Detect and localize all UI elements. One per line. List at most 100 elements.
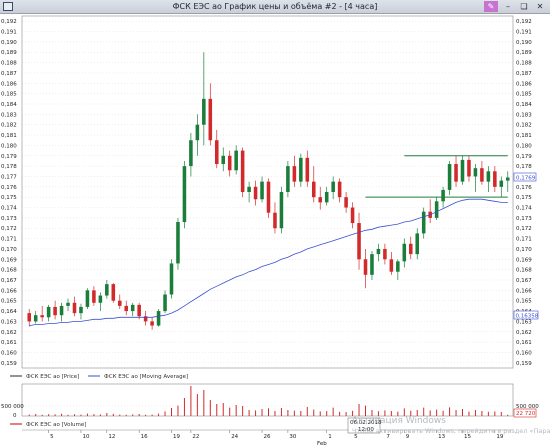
- price-tick-left: 0,187: [1, 71, 17, 77]
- candle-up: [473, 168, 478, 177]
- candle-up: [447, 164, 452, 190]
- price-tick-right: 0,185: [516, 92, 532, 98]
- candle-down: [214, 140, 219, 165]
- candle-up: [441, 189, 445, 202]
- candle-down: [27, 313, 32, 322]
- candle-down: [350, 207, 355, 224]
- candle-up: [460, 159, 465, 182]
- legend-ma-label: ФСК ЕЭС ао [Moving Average]: [104, 374, 188, 380]
- volume-tick-left: 500 000: [1, 404, 24, 410]
- price-tick-right: 0,167: [516, 278, 532, 284]
- volume-axis: 500 0000500 00022 720: [1, 404, 539, 419]
- volume-tick-left: 0: [13, 413, 17, 419]
- price-volume-chart[interactable]: 0,159 0,160 0,161 0,162 0,163 0,164 0,165 0,166…: [0, 0, 550, 448]
- price-tick-left: 0,160: [1, 350, 17, 356]
- price-tick-left: 0,184: [1, 102, 17, 108]
- time-tick-label: 16: [141, 434, 148, 440]
- price-tick-left: 0,178: [1, 164, 17, 170]
- price-tick-right: 0,178: [516, 164, 532, 170]
- price-tick-left: 0,159: [1, 361, 17, 367]
- price-tick-left: 0,165: [1, 299, 17, 305]
- candle-down: [454, 164, 458, 182]
- window-titlebar[interactable]: ФСК ЕЭС ао График цены и объёма #2 - [4 …: [0, 0, 550, 14]
- price-tick-left: 0,162: [1, 330, 17, 336]
- candle-up: [434, 201, 439, 218]
- price-tick-left: 0,161: [1, 340, 17, 346]
- price-tick-right: 0,191: [516, 30, 532, 36]
- candle-down: [111, 284, 116, 301]
- time-tick-label: 19: [173, 434, 180, 440]
- time-tick-label: 24: [231, 434, 238, 440]
- candle-down: [467, 159, 471, 177]
- legend-price[interactable]: ФСК ЕЭС ао [Price]: [10, 374, 79, 380]
- price-tick-right: 0,170: [516, 247, 532, 253]
- price-tick-right: 0,186: [516, 81, 532, 87]
- candle-down: [408, 243, 413, 255]
- watermark-line1: Активация Windows: [352, 416, 446, 426]
- candle-down: [480, 168, 484, 182]
- price-tick-right: 0,181: [516, 133, 532, 139]
- price-tick-right: 0,161: [516, 340, 532, 346]
- time-tick-label: 30: [289, 434, 296, 440]
- price-tick-left: 0,183: [1, 112, 17, 118]
- legend-volume[interactable]: ФСК ЕЭС ао [Volume]: [10, 422, 86, 428]
- candle-up: [182, 166, 187, 223]
- candle-up: [105, 284, 109, 296]
- price-tick-right: 0,168: [516, 268, 532, 274]
- candle-down: [311, 181, 316, 198]
- time-tick-label: 5: [50, 434, 54, 440]
- candle-down: [227, 155, 232, 171]
- price-tick-left: 0,186: [1, 81, 17, 87]
- price-tick-right: 0,182: [516, 123, 532, 129]
- price-tick-left: 0,166: [1, 288, 17, 294]
- price-tick-left: 0,182: [1, 123, 17, 129]
- close-button[interactable]: ✕: [533, 1, 547, 12]
- legend-price-label: ФСК ЕЭС ао [Price]: [26, 374, 79, 380]
- price-tick-left: 0,185: [1, 92, 17, 98]
- candle-up: [331, 181, 335, 192]
- price-tick-right: 0,163: [516, 319, 532, 325]
- price-tick-right: 0,166: [516, 288, 532, 294]
- time-tick-label: 1: [328, 434, 332, 440]
- candle-down: [318, 197, 323, 203]
- price-tick-left: 0,188: [1, 61, 17, 67]
- volume-pane[interactable]: [21, 383, 514, 417]
- price-tick-right: 0,175: [516, 195, 532, 201]
- candle-up: [402, 243, 407, 262]
- candle-down: [292, 166, 297, 182]
- price-tick-right: 0,188: [516, 61, 532, 67]
- price-tick-right: 0,165: [516, 299, 532, 305]
- candle-up: [79, 306, 83, 314]
- price-tick-right: 0,162: [516, 330, 532, 336]
- candle-down: [389, 259, 394, 272]
- candle-down: [273, 212, 277, 229]
- legend-ma[interactable]: ФСК ЕЭС ао [Moving Average]: [88, 374, 188, 380]
- price-tick-right: 0,169: [516, 257, 532, 263]
- candle-up: [415, 233, 420, 255]
- month-label: Feb: [317, 441, 327, 447]
- candle-up: [499, 180, 504, 187]
- price-tick-right: 0,160: [516, 350, 532, 356]
- price-tick-left: 0,167: [1, 278, 17, 284]
- price-tick-right: 0,159: [516, 361, 532, 367]
- price-tick-right: 0,184: [516, 102, 532, 108]
- price-tick-right: 0,192: [516, 19, 532, 25]
- candle-up: [376, 248, 381, 255]
- candle-up: [421, 211, 426, 234]
- time-tick-label: 22: [192, 434, 199, 440]
- candle-up: [299, 157, 303, 182]
- watermark-line2: Чтобы активировать Windows, перейдите в …: [352, 427, 550, 435]
- pen-icon[interactable]: ✎: [484, 1, 498, 12]
- candle-up: [247, 186, 251, 192]
- price-tick-left: 0,192: [1, 19, 17, 25]
- candle-up: [163, 294, 167, 312]
- candle-up: [221, 155, 226, 165]
- last-price-label: 0,1769: [516, 175, 536, 181]
- time-tick-label: 12: [108, 434, 115, 440]
- price-axis-left: 0,159 0,160 0,161 0,162 0,163 0,164 0,165 0,166…: [1, 19, 17, 367]
- restore-button[interactable]: ❏: [517, 1, 531, 12]
- minimize-button[interactable]: –: [501, 1, 515, 12]
- legend-volume-label: ФСК ЕЭС ао [Volume]: [26, 422, 86, 428]
- candle-up: [279, 192, 284, 229]
- candle-down: [383, 248, 387, 260]
